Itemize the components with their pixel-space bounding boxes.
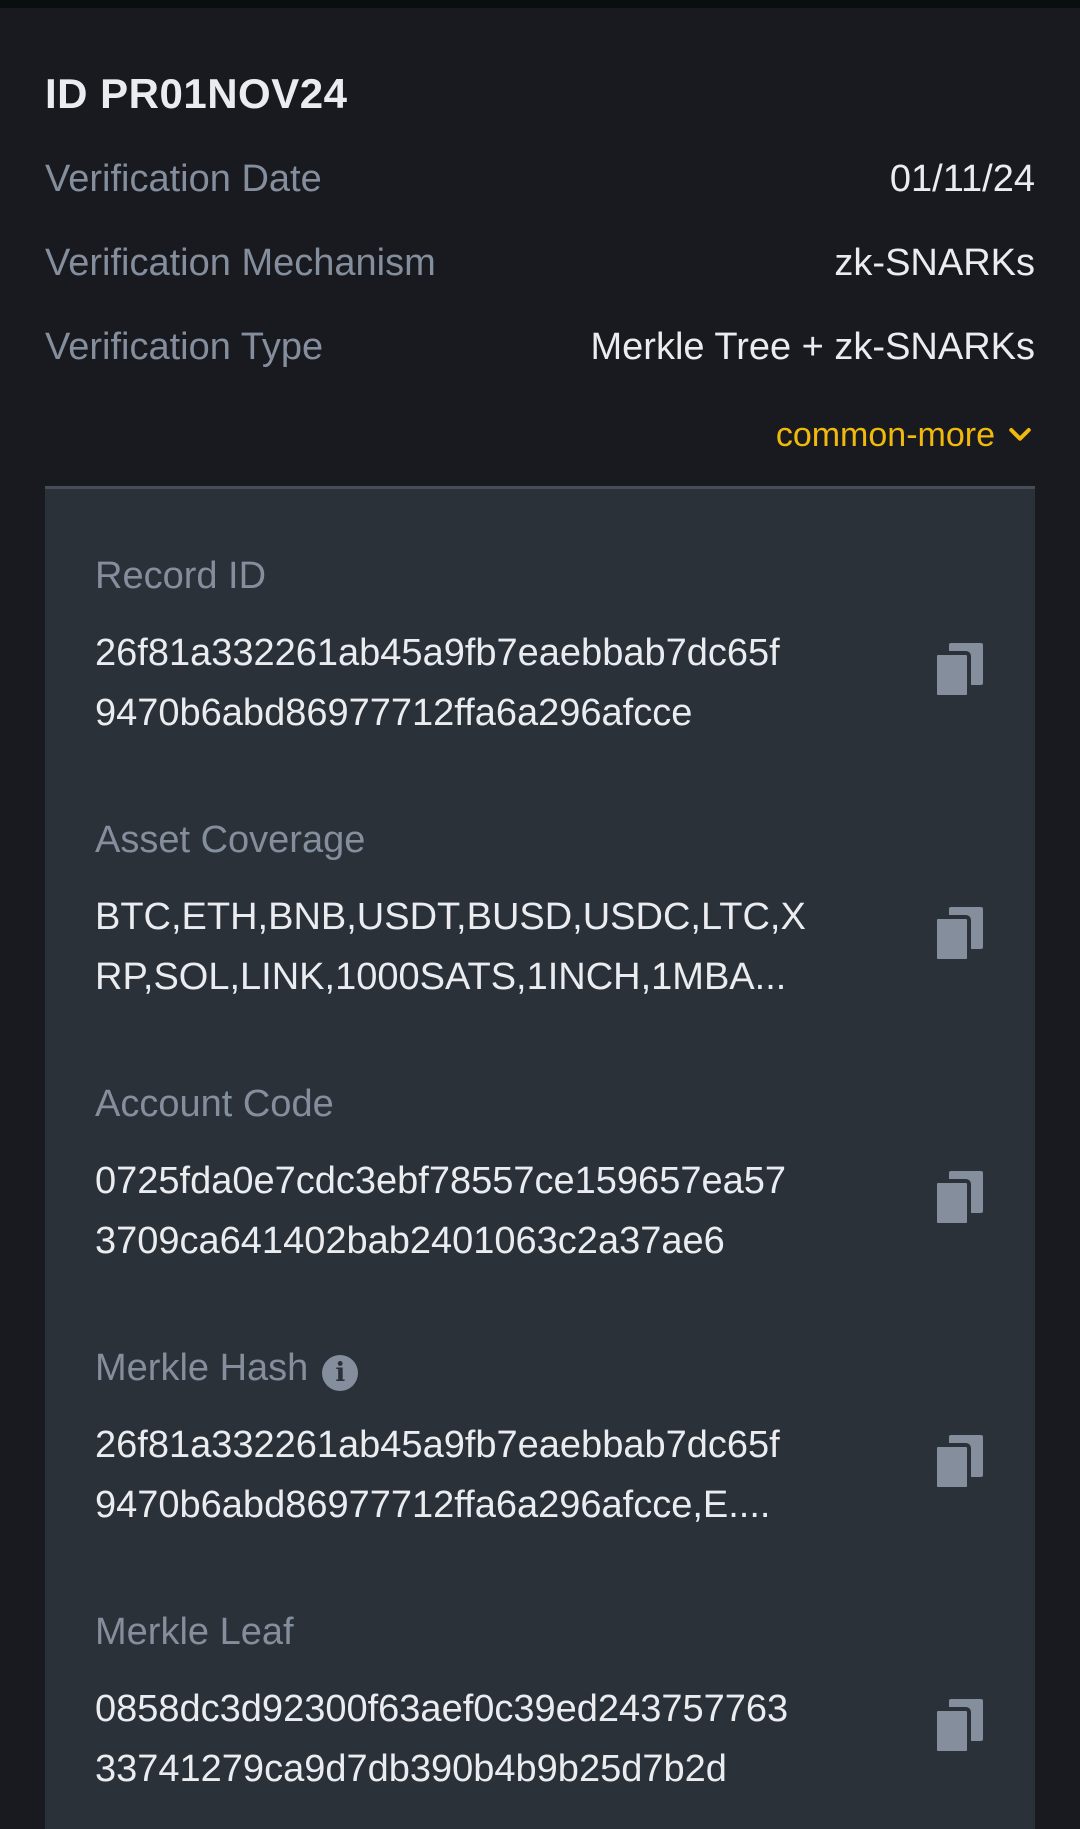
copy-icon[interactable]: [933, 907, 985, 963]
asset-coverage-field: Asset Coverage BTC,ETH,BNB,USDT,BUSD,USD…: [95, 815, 985, 1007]
copy-icon[interactable]: [933, 1435, 985, 1491]
asset-coverage-label: Asset Coverage: [95, 818, 366, 861]
page-title: ID PR01NOV24: [45, 70, 348, 117]
chevron-down-icon: [1009, 428, 1031, 441]
verification-date-value: 01/11/24: [889, 157, 1035, 200]
common-more-label: common-more: [775, 415, 995, 454]
merkle-leaf-value: 0858dc3d92300f63aef0c39ed243757763 33741…: [95, 1688, 789, 1790]
verification-type-row: Verification Type Merkle Tree + zk-SNARK…: [45, 322, 1035, 372]
merkle-hash-label-row: Merkle Hash i: [95, 1343, 985, 1393]
details-panel: Record ID 26f81a332261ab45a9fb7eaebbab7d…: [45, 486, 1035, 1829]
info-icon[interactable]: i: [322, 1355, 359, 1391]
record-id-label: Record ID: [95, 554, 267, 597]
merkle-hash-label: Merkle Hash: [95, 1346, 309, 1389]
copy-icon[interactable]: [933, 1171, 985, 1227]
verification-mechanism-value: zk-SNARKs: [834, 241, 1035, 284]
verification-mechanism-row: Verification Mechanism zk-SNARKs: [45, 238, 1035, 288]
account-code-value: 0725fda0e7cdc3ebf78557ce159657ea57 3709c…: [95, 1160, 786, 1262]
merkle-hash-field: Merkle Hash i 26f81a332261ab45a9fb7eaebb…: [95, 1343, 985, 1535]
proof-of-reserves-record: ID PR01NOV24 Verification Date 01/11/24 …: [0, 8, 1080, 1829]
common-more-button[interactable]: common-more: [776, 412, 1035, 458]
account-code-label: Account Code: [95, 1082, 334, 1125]
asset-coverage-value: BTC,ETH,BNB,USDT,BUSD,USDC,LTC,X RP,SOL,…: [95, 896, 806, 998]
copy-icon[interactable]: [933, 643, 985, 699]
record-id-value: 26f81a332261ab45a9fb7eaebbab7dc65f 9470b…: [95, 632, 780, 734]
verification-date-label: Verification Date: [45, 157, 322, 200]
copy-icon[interactable]: [933, 1699, 985, 1755]
record-id-field: Record ID 26f81a332261ab45a9fb7eaebbab7d…: [95, 551, 985, 743]
verification-type-label: Verification Type: [45, 325, 324, 368]
merkle-leaf-label: Merkle Leaf: [95, 1610, 294, 1653]
verification-date-row: Verification Date 01/11/24: [45, 154, 1035, 204]
merkle-hash-value: 26f81a332261ab45a9fb7eaebbab7dc65f 9470b…: [95, 1424, 780, 1526]
verification-mechanism-label: Verification Mechanism: [45, 241, 436, 284]
merkle-leaf-field: Merkle Leaf 0858dc3d92300f63aef0c39ed243…: [95, 1607, 985, 1799]
verification-type-value: Merkle Tree + zk-SNARKs: [590, 325, 1036, 368]
top-bar: [0, 0, 1080, 8]
account-code-field: Account Code 0725fda0e7cdc3ebf78557ce159…: [95, 1079, 985, 1271]
